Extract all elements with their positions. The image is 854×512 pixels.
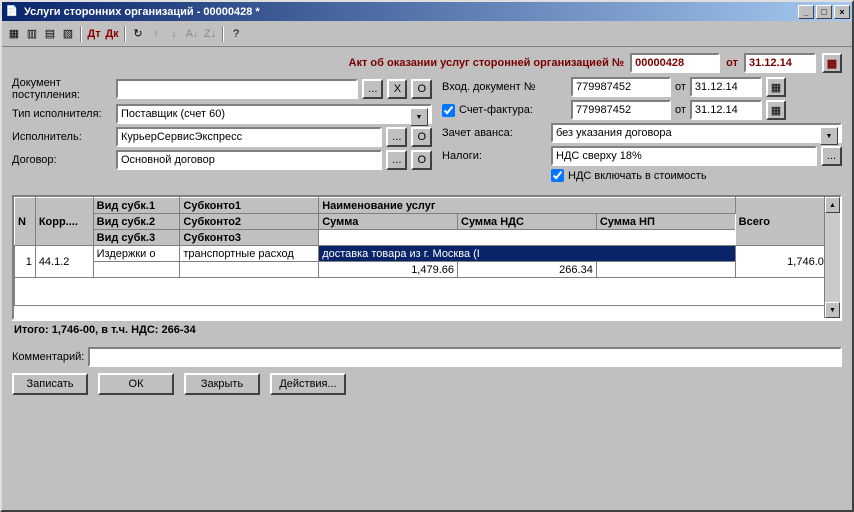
nds-include-label: НДС включать в стоимость [568, 170, 707, 182]
dogovor-input[interactable]: Основной договор [116, 150, 382, 170]
scroll-up-icon[interactable]: ▲ [825, 197, 840, 213]
avans-label: Зачет аванса: [442, 127, 547, 139]
titlebar[interactable]: 📄 Услуги сторонних организаций - 0000042… [2, 2, 852, 21]
nalogi-input[interactable]: НДС сверху 18% [551, 146, 817, 166]
cell-vsego[interactable]: 1,746.00 [735, 246, 824, 278]
nalogi-browse-button[interactable]: ... [821, 146, 842, 166]
toolbar-dt-icon[interactable]: Дт [86, 26, 102, 42]
toolbar: ▦ ▥ ▤ ▧ Дт Дк ↻ ↑ ↓ A↓ Z↓ ? [2, 21, 852, 47]
close-button[interactable]: × [834, 5, 850, 19]
zakryt-button[interactable]: Закрыть [184, 373, 260, 395]
avans-combo[interactable]: без указания договора [551, 123, 842, 143]
window-title: Услуги сторонних организаций - 00000428 … [24, 6, 796, 18]
toolbar-icon-2[interactable]: ▥ [24, 26, 40, 42]
ispolnitel-o-button[interactable]: O [411, 127, 432, 147]
scroll-down-icon[interactable]: ▼ [825, 302, 840, 318]
app-window: 📄 Услуги сторонних организаций - 0000042… [0, 0, 854, 512]
vhod-label: Вход. документ № [442, 81, 567, 93]
toolbar-sort-desc-icon[interactable]: Z↓ [202, 26, 218, 42]
toolbar-dk-icon[interactable]: Дк [104, 26, 120, 42]
col-korr[interactable]: Корр.... [35, 198, 93, 246]
sf-date-input[interactable]: 31.12.14 [690, 100, 762, 120]
comment-label: Комментарий: [12, 351, 84, 363]
postuplenie-browse-button[interactable]: ... [362, 79, 383, 99]
cell-korr[interactable]: 44.1.2 [35, 246, 93, 278]
ispolnitel-browse-button[interactable]: ... [386, 127, 407, 147]
col-vidsub2[interactable]: Вид субк.2 [93, 214, 180, 230]
content: Акт об оказании услуг сторонней организа… [2, 47, 852, 510]
comment-input[interactable] [88, 347, 842, 367]
act-number-input[interactable]: 00000428 [630, 53, 720, 73]
ot-label-3: от [675, 104, 686, 116]
sf-check[interactable] [442, 104, 455, 117]
ispolnitel-input[interactable]: КурьерСервисЭкспресс [116, 127, 382, 147]
totals-label: Итого: 1,746-00, в т.ч. НДС: 266-34 [12, 320, 842, 342]
services-grid[interactable]: N Корр.... Вид субк.1 Субконто1 Наименов… [12, 195, 842, 320]
postuplenie-x-button[interactable]: X [387, 79, 407, 99]
tip-label: Тип исполнителя: [12, 108, 112, 120]
sf-input[interactable]: 779987452 [571, 100, 671, 120]
act-header-label: Акт об оказании услуг сторонней организа… [349, 57, 625, 69]
tip-combo[interactable]: Поставщик (счет 60) [116, 104, 432, 124]
dogovor-label: Договор: [12, 154, 112, 166]
ispolnitel-label: Исполнитель: [12, 131, 112, 143]
sf-label: Счет-фактура: [459, 104, 533, 116]
cell-naimen[interactable]: доставка товара из г. Москва (I [319, 246, 735, 262]
grid-scrollbar[interactable]: ▲ ▼ [824, 197, 840, 318]
ot-label-2: от [675, 81, 686, 93]
cell-summa[interactable]: 1,479.66 [319, 262, 458, 278]
col-subkonto1[interactable]: Субконто1 [180, 198, 319, 214]
dogovor-browse-button[interactable]: ... [386, 150, 407, 170]
col-summanp[interactable]: Сумма НП [596, 214, 735, 230]
sf-checkbox[interactable]: Счет-фактура: [442, 104, 567, 117]
maximize-button[interactable]: □ [816, 5, 832, 19]
toolbar-help-icon[interactable]: ? [228, 26, 244, 42]
toolbar-sort-asc-icon[interactable]: A↓ [184, 26, 200, 42]
toolbar-icon-4[interactable]: ▧ [60, 26, 76, 42]
col-n[interactable]: N [15, 198, 36, 246]
vhod-date-input[interactable]: 31.12.14 [690, 77, 762, 97]
cell-n[interactable]: 1 [15, 246, 36, 278]
vhod-input[interactable]: 779987452 [571, 77, 671, 97]
col-summands[interactable]: Сумма НДС [458, 214, 597, 230]
toolbar-down-icon[interactable]: ↓ [166, 26, 182, 42]
nalogi-label: Налоги: [442, 150, 547, 162]
postuplenie-o-button[interactable]: O [411, 79, 432, 99]
cell-vidsub[interactable]: Издержки о [93, 246, 180, 262]
cell-summanp[interactable] [596, 262, 735, 278]
col-vsego[interactable]: Всего [735, 198, 824, 246]
toolbar-refresh-icon[interactable]: ↻ [130, 26, 146, 42]
postuplenie-input[interactable] [116, 79, 358, 99]
ok-button[interactable]: ОК [98, 373, 174, 395]
col-naimen[interactable]: Наименование услуг [319, 198, 735, 214]
cell-subkonto[interactable]: транспортные расход [180, 246, 319, 262]
col-subkonto2[interactable]: Субконто2 [180, 214, 319, 230]
calendar-button-1[interactable]: ▦ [822, 53, 842, 73]
calendar-button-3[interactable]: ▦ [766, 100, 786, 120]
calendar-button-2[interactable]: ▦ [766, 77, 786, 97]
nds-include-checkbox[interactable]: НДС включать в стоимость [551, 169, 707, 182]
cell-summands[interactable]: 266.34 [458, 262, 597, 278]
act-date-input[interactable]: 31.12.14 [744, 53, 816, 73]
ot-label-1: от [726, 57, 738, 69]
col-vidsub1[interactable]: Вид субк.1 [93, 198, 180, 214]
nds-include-check[interactable] [551, 169, 564, 182]
zapisat-button[interactable]: Записать [12, 373, 88, 395]
doc-icon: 📄 [4, 4, 20, 20]
toolbar-icon-3[interactable]: ▤ [42, 26, 58, 42]
table-row[interactable]: 1,479.66 266.34 [15, 262, 825, 278]
col-vidsub3[interactable]: Вид субк.3 [93, 230, 180, 246]
toolbar-up-icon[interactable]: ↑ [148, 26, 164, 42]
dogovor-o-button[interactable]: O [411, 150, 432, 170]
minimize-button[interactable]: _ [798, 5, 814, 19]
table-row[interactable]: 1 44.1.2 Издержки о транспортные расход … [15, 246, 825, 262]
deistviya-button[interactable]: Действия... [270, 373, 346, 395]
col-summa[interactable]: Сумма [319, 214, 458, 230]
postuplenie-label: Документ поступления: [12, 77, 112, 101]
toolbar-icon-1[interactable]: ▦ [6, 26, 22, 42]
col-subkonto3[interactable]: Субконто3 [180, 230, 319, 246]
